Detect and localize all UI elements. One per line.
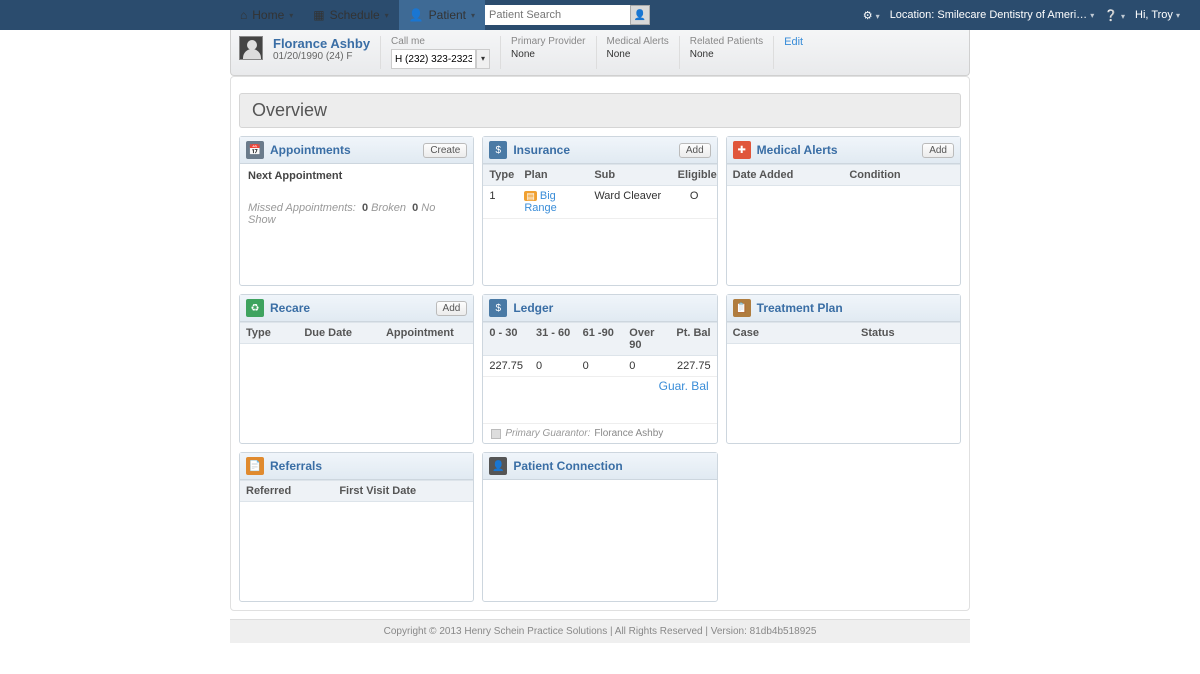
treatment-plan-title: Treatment Plan <box>757 301 954 315</box>
add-insurance-button[interactable]: Add <box>679 143 711 158</box>
recare-header: Type Due Date Appointment <box>240 322 473 344</box>
nav-schedule[interactable]: ▦ Schedule ▾ <box>303 0 398 30</box>
treatment-plan-card: 📋 Treatment Plan Case Status <box>726 294 961 444</box>
patient-avatar <box>239 36 263 60</box>
shield-icon: $ <box>489 141 507 159</box>
ledger-row: 227.75 0 0 0 227.75 <box>483 356 716 377</box>
chevron-down-icon: ▾ <box>471 11 475 20</box>
person-add-icon: 👤 <box>634 10 646 21</box>
related-patients-label: Related Patients <box>690 36 763 47</box>
phone-dropdown-button[interactable]: ▾ <box>476 49 490 69</box>
chevron-down-icon: ▾ <box>385 11 389 20</box>
patient-name[interactable]: Florance Ashby <box>273 36 370 51</box>
appointments-card: 📅 Appointments Create Next Appointment M… <box>239 136 474 286</box>
page-title: Overview <box>239 93 961 128</box>
nav-home[interactable]: ⌂ Home ▾ <box>230 0 303 30</box>
medical-alerts-card: ✚ Medical Alerts Add Date Added Conditio… <box>726 136 961 286</box>
nav-schedule-label: Schedule <box>330 8 380 22</box>
add-medical-alert-button[interactable]: Add <box>922 143 954 158</box>
edit-patient-link[interactable]: Edit <box>784 36 803 48</box>
patient-search-button[interactable]: 👤 <box>630 5 650 25</box>
recycle-icon: ♻ <box>246 299 264 317</box>
insurance-title: Insurance <box>513 143 673 157</box>
home-icon: ⌂ <box>240 8 247 22</box>
primary-provider-label: Primary Provider <box>511 36 585 47</box>
phone-select[interactable] <box>391 49 476 69</box>
gear-icon[interactable]: ⚙ ▾ <box>863 9 880 22</box>
nav-home-label: Home <box>252 8 284 22</box>
referrals-title: Referrals <box>270 459 467 473</box>
clipboard-icon: 📋 <box>733 299 751 317</box>
appointments-title: Appointments <box>270 143 417 157</box>
nav-patient[interactable]: 👤 Patient ▾ <box>399 0 485 30</box>
callme-label: Call me <box>391 36 490 47</box>
document-icon: 📄 <box>246 457 264 475</box>
phmedical-alerts-value: None <box>607 49 669 60</box>
missed-appointments: Missed Appointments: 0 Broken 0 No Show <box>248 202 465 226</box>
ledger-title: Ledger <box>513 301 710 315</box>
calendar-icon: 📅 <box>246 141 264 159</box>
recare-title: Recare <box>270 301 430 315</box>
patient-meta: 01/20/1990 (24) F <box>273 51 370 62</box>
insurance-header: Type Plan Sub Eligible <box>483 164 716 186</box>
location-dropdown[interactable]: Location: Smilecare Dentistry of Ameri… … <box>890 9 1095 21</box>
recare-card: ♻ Recare Add Type Due Date Appointment <box>239 294 474 444</box>
medical-alerts-header: Date Added Condition <box>727 164 960 186</box>
calendar-icon: ▦ <box>313 8 324 22</box>
primary-guarantor: Primary Guarantor: Florance Ashby <box>483 423 716 443</box>
chevron-down-icon: ▾ <box>289 11 293 20</box>
add-recare-button[interactable]: Add <box>436 301 468 316</box>
patient-header: Florance Ashby 01/20/1990 (24) F Call me… <box>230 30 970 76</box>
related-patients-value: None <box>690 49 763 60</box>
referrals-card: 📄 Referrals Referred First Visit Date <box>239 452 474 602</box>
patient-connection-card: 👤 Patient Connection <box>482 452 717 602</box>
ledger-header: 0 - 30 31 - 60 61 -90 Over 90 Pt. Bal <box>483 322 716 356</box>
help-icon[interactable]: ❔ ▾ <box>1104 9 1125 22</box>
next-appointment-label: Next Appointment <box>248 170 465 182</box>
dollar-icon: $ <box>489 299 507 317</box>
insurance-card: $ Insurance Add Type Plan Sub Eligible 1… <box>482 136 717 286</box>
patient-search-input[interactable] <box>485 5 630 25</box>
footer: Copyright © 2013 Henry Schein Practice S… <box>230 619 970 643</box>
ledger-card: $ Ledger 0 - 30 31 - 60 61 -90 Over 90 P… <box>482 294 717 444</box>
person-icon: 👤 <box>409 8 424 22</box>
guarantor-balance-link[interactable]: Guar. Bal <box>483 377 716 395</box>
medical-alerts-title: Medical Alerts <box>757 143 917 157</box>
insurance-row[interactable]: 1 ▤ Big Range Ward Cleaver O <box>483 186 716 219</box>
phmedical-alerts-label: Medical Alerts <box>607 36 669 47</box>
referrals-header: Referred First Visit Date <box>240 480 473 502</box>
plan-icon: ▤ <box>524 191 537 201</box>
patient-connection-title: Patient Connection <box>513 459 710 473</box>
primary-provider-value: None <box>511 49 585 60</box>
person-icon: 👤 <box>489 457 507 475</box>
checkbox-icon <box>491 429 501 439</box>
nav-patient-label: Patient <box>429 8 466 22</box>
user-menu[interactable]: Hi, Troy ▾ <box>1135 9 1180 21</box>
create-appointment-button[interactable]: Create <box>423 143 467 158</box>
treatment-header: Case Status <box>727 322 960 344</box>
alert-icon: ✚ <box>733 141 751 159</box>
